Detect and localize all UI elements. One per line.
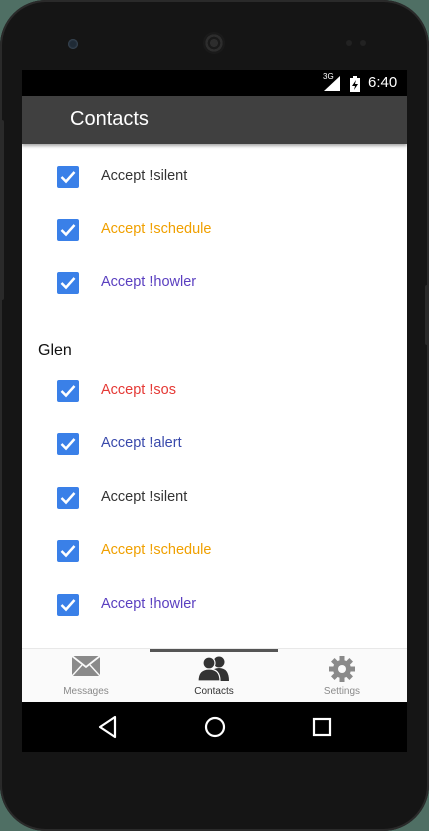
row-label: Accept !silent — [101, 168, 188, 184]
accept-checkbox[interactable] — [57, 594, 79, 616]
row-label: Accept !howler — [101, 596, 197, 612]
row-label: Accept !alert — [101, 435, 182, 451]
check-icon — [60, 599, 76, 612]
nav-tab-settings[interactable]: Settings — [278, 649, 406, 703]
clock: 6:40 — [368, 74, 398, 91]
system-navigation-bar — [22, 702, 407, 752]
volume-button — [0, 120, 4, 300]
signal-icon — [324, 76, 340, 91]
battery-icon — [350, 76, 360, 92]
nav-label: Settings — [323, 686, 361, 697]
check-icon — [60, 385, 76, 398]
check-icon — [60, 171, 76, 184]
row-label: Accept !schedule — [101, 542, 212, 558]
accept-checkbox[interactable] — [57, 272, 79, 294]
gear-icon — [329, 656, 355, 682]
proximity-sensor — [346, 40, 352, 46]
status-bar: 3G 6:40 — [22, 70, 407, 96]
back-icon[interactable] — [98, 715, 118, 739]
check-icon — [60, 224, 76, 237]
nav-label: Messages — [63, 686, 109, 697]
power-button — [425, 285, 429, 345]
accept-checkbox[interactable] — [57, 433, 79, 455]
page-title: Contacts — [70, 108, 149, 130]
list-item[interactable]: Accept !howler — [22, 263, 407, 303]
nav-tab-messages[interactable]: Messages — [22, 649, 150, 703]
list-item[interactable]: Accept !silent — [22, 157, 407, 197]
list-item[interactable]: Accept !schedule — [22, 210, 407, 250]
row-label: Accept !schedule — [101, 221, 212, 237]
front-camera — [68, 39, 78, 49]
accept-checkbox[interactable] — [57, 380, 79, 402]
envelope-icon — [71, 655, 101, 677]
check-icon — [60, 277, 76, 290]
light-sensor — [360, 40, 366, 46]
active-tab-indicator — [150, 649, 278, 652]
row-label: Accept !silent — [101, 489, 188, 505]
nav-tab-contacts[interactable]: Contacts — [150, 649, 278, 703]
home-icon[interactable] — [203, 715, 227, 739]
accept-checkbox[interactable] — [57, 487, 79, 509]
people-icon — [198, 656, 229, 681]
accept-checkbox[interactable] — [57, 166, 79, 188]
phone-frame: 3G 6:40 Contacts Accept !silent Accept !… — [0, 0, 429, 831]
earpiece-speaker — [203, 32, 225, 54]
nav-label: Contacts — [194, 686, 234, 697]
app-bar: Contacts — [22, 96, 407, 144]
list-item[interactable]: Accept !silent — [22, 478, 407, 518]
list-item[interactable]: Accept !sos — [22, 371, 407, 411]
accept-checkbox[interactable] — [57, 540, 79, 562]
row-label: Accept !howler — [101, 274, 197, 290]
recents-icon[interactable] — [311, 715, 333, 739]
check-icon — [60, 492, 76, 505]
list-item[interactable]: Accept !howler — [22, 585, 407, 625]
check-icon — [60, 545, 76, 558]
contact-group-header: Glen — [38, 342, 72, 359]
screen: 3G 6:40 Contacts Accept !silent Accept !… — [22, 70, 407, 752]
list-item[interactable]: Accept !alert — [22, 424, 407, 464]
list-item[interactable]: Accept !schedule — [22, 531, 407, 571]
check-icon — [60, 438, 76, 451]
row-label: Accept !sos — [101, 382, 176, 398]
bottom-navigation: Messages Contacts Settings — [22, 648, 407, 703]
accept-checkbox[interactable] — [57, 219, 79, 241]
contacts-list[interactable]: Accept !silent Accept !schedule Accept !… — [22, 144, 407, 648]
